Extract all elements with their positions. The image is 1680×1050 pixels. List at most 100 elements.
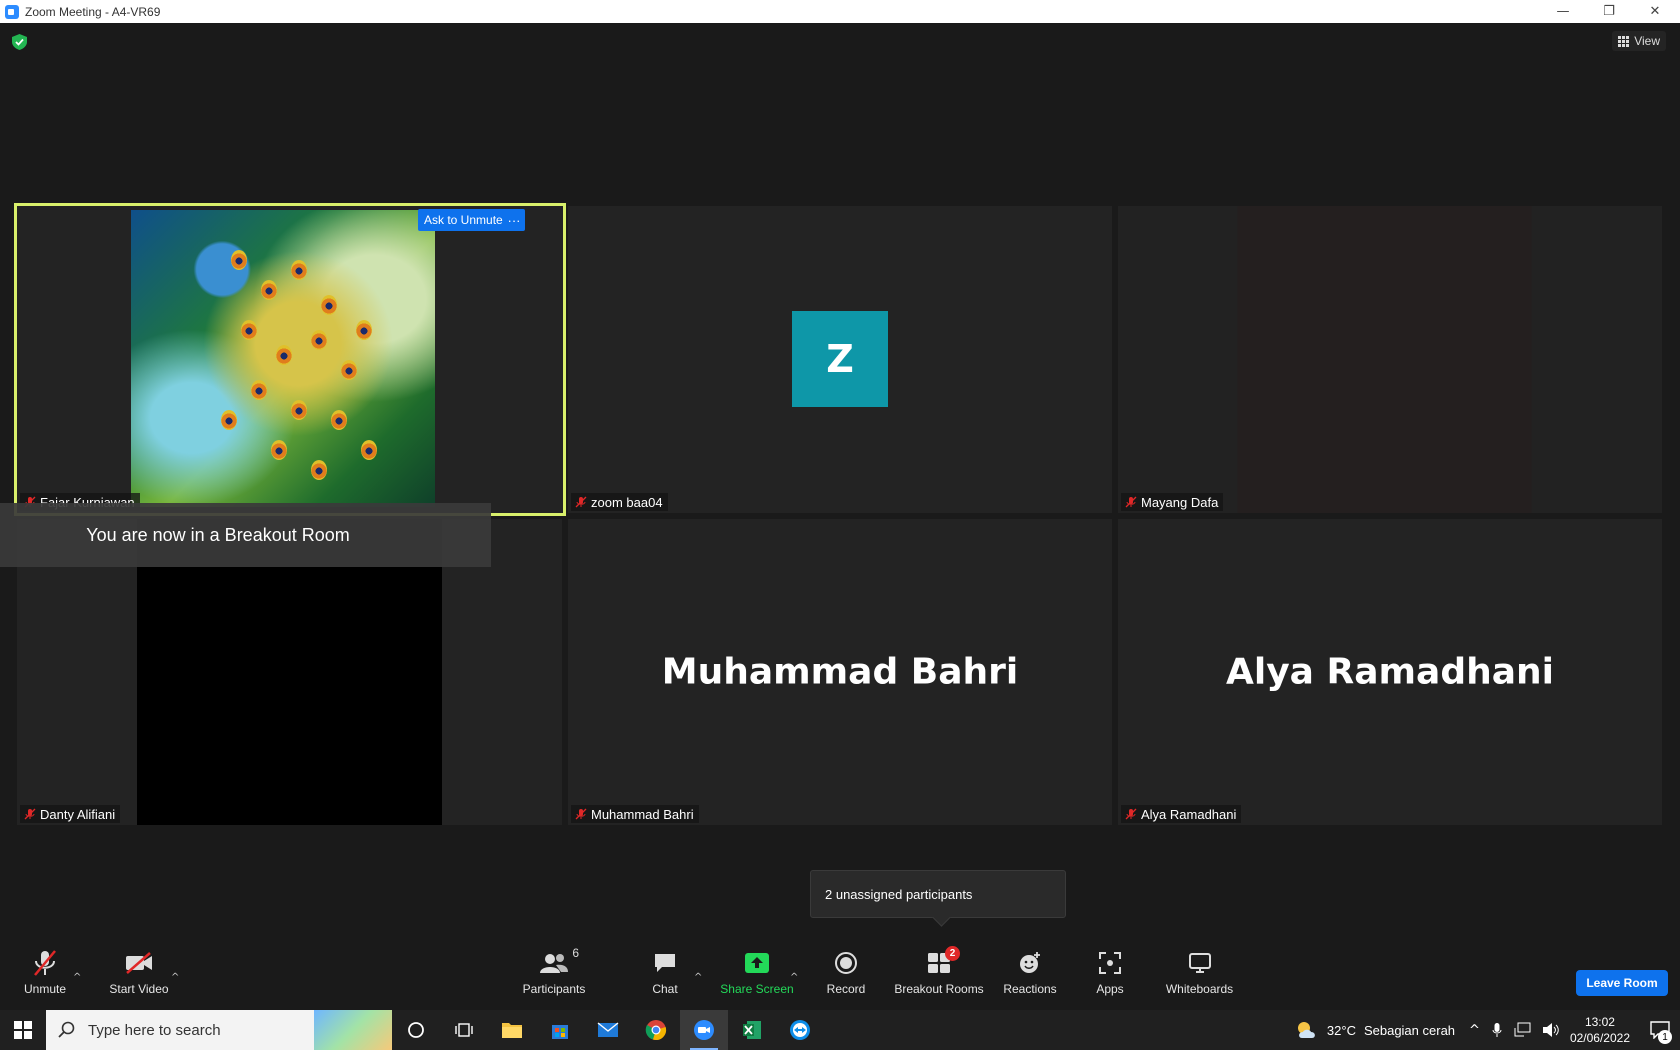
zoom-taskbar-icon[interactable] (680, 1010, 728, 1050)
folder-icon (502, 1023, 522, 1038)
mail-taskbar-icon[interactable] (584, 1010, 632, 1050)
restore-button[interactable]: ❐ (1586, 0, 1632, 23)
unassigned-participants-tooltip: 2 unassigned participants (810, 870, 1066, 918)
show-hidden-icons-button[interactable]: ^ (1469, 1023, 1480, 1038)
share-options-caret[interactable]: ^ (790, 972, 798, 983)
participant-display-name: Alya Ramadhani (1226, 651, 1554, 693)
video-tile-zoom-baa04[interactable]: Z zoom baa04 (568, 206, 1112, 513)
breakout-rooms-label: Breakout Rooms (894, 982, 984, 996)
video-tile-mayang[interactable]: Mayang Dafa (1118, 206, 1662, 513)
apps-label: Apps (1096, 982, 1124, 996)
windows-taskbar: Type here to search 32°C Sebagian cerah … (0, 1010, 1680, 1050)
network-icon[interactable] (1514, 1022, 1532, 1038)
participants-count: 6 (572, 946, 579, 960)
ask-to-unmute-button[interactable]: Ask to Unmute (418, 209, 509, 231)
video-tile-fajar[interactable]: Ask to Unmute ··· Fajar Kurniawan (14, 203, 566, 516)
whiteboards-button[interactable]: Whiteboards (1162, 940, 1237, 996)
whiteboards-label: Whiteboards (1165, 982, 1234, 996)
avatar: Z (792, 311, 888, 407)
mail-icon (597, 1022, 619, 1037)
encryption-shield-icon[interactable] (12, 34, 27, 50)
record-button[interactable]: Record (823, 940, 869, 996)
excel-icon (743, 1021, 761, 1039)
grid-icon (1618, 35, 1630, 47)
participant-display-name: Muhammad Bahri (661, 651, 1019, 693)
excel-taskbar-icon[interactable] (728, 1010, 776, 1050)
volume-icon[interactable] (1542, 1022, 1560, 1038)
video-tile-muhammad[interactable]: Muhammad Bahri Muhammad Bahri (568, 519, 1112, 825)
meeting-area: View Ask to Unmute ··· Fajar Kurniawan Z… (0, 23, 1680, 1010)
task-view-button[interactable] (440, 1010, 488, 1050)
unmute-label: Unmute (23, 982, 67, 996)
breakout-room-notification: You are now in a Breakout Room (0, 503, 491, 567)
participant-name: Mayang Dafa (1141, 494, 1219, 510)
unmute-button[interactable]: Unmute (18, 940, 72, 996)
microsoft-store-taskbar-icon[interactable] (536, 1010, 584, 1050)
clock-time: 13:02 (1584, 1015, 1615, 1029)
leave-room-button[interactable]: Leave Room (1576, 970, 1668, 996)
close-button[interactable]: ✕ (1632, 0, 1678, 23)
reactions-label: Reactions (1003, 982, 1057, 996)
chrome-icon (645, 1020, 667, 1040)
search-icon (58, 1021, 75, 1038)
video-tile-alya[interactable]: Alya Ramadhani Alya Ramadhani (1118, 519, 1662, 825)
record-label: Record (826, 982, 866, 996)
participants-label: Participants (522, 982, 586, 996)
start-video-button[interactable]: Start Video (104, 940, 174, 996)
notification-count-badge: 1 (1658, 1030, 1672, 1044)
clock[interactable]: 13:02 02/06/2022 (1570, 1014, 1630, 1046)
chrome-taskbar-icon[interactable] (632, 1010, 680, 1050)
record-icon (835, 952, 857, 974)
windows-logo-icon (14, 1021, 32, 1039)
start-video-label: Start Video (109, 982, 169, 996)
start-button[interactable] (0, 1010, 46, 1050)
participant-name-label: zoom baa04 (571, 493, 668, 511)
cortana-button[interactable] (392, 1010, 440, 1050)
participant-name: Danty Alifiani (40, 806, 116, 822)
reactions-icon (1020, 952, 1040, 973)
weather-description[interactable]: Sebagian cerah (1364, 1023, 1455, 1038)
view-button[interactable]: View (1612, 31, 1666, 51)
zoom-icon (694, 1020, 714, 1040)
muted-mic-icon (575, 808, 587, 820)
microphone-icon[interactable] (1492, 1022, 1502, 1038)
notification-center-button[interactable]: 1 (1640, 1010, 1680, 1050)
system-tray: 32°C Sebagian cerah ^ 13:02 02/06/2022 1 (1295, 1010, 1680, 1050)
teamviewer-taskbar-icon[interactable] (776, 1010, 824, 1050)
audio-options-caret[interactable]: ^ (73, 972, 81, 983)
participant-name-label: Muhammad Bahri (571, 805, 699, 823)
whiteboard-icon (1188, 953, 1211, 973)
video-off-icon (126, 952, 152, 974)
participants-button[interactable]: 6 Participants (520, 940, 588, 996)
window-title: Zoom Meeting - A4-VR69 (25, 4, 161, 19)
muted-mic-icon (1125, 496, 1137, 508)
breakout-rooms-button[interactable]: 2 Breakout Rooms (893, 940, 985, 996)
share-screen-button[interactable]: Share Screen (720, 940, 794, 996)
apps-button[interactable]: Apps (1090, 940, 1130, 996)
weather-temperature[interactable]: 32°C (1327, 1023, 1356, 1038)
participant-name-label: Danty Alifiani (20, 805, 121, 823)
taskbar-search-box[interactable]: Type here to search (46, 1010, 392, 1050)
participants-icon (540, 954, 568, 973)
search-placeholder: Type here to search (88, 1021, 221, 1039)
minimize-button[interactable]: — (1540, 0, 1586, 23)
participant-name-label: Alya Ramadhani (1121, 805, 1242, 823)
share-screen-icon (745, 953, 769, 973)
task-view-icon (455, 1023, 473, 1037)
chat-options-caret[interactable]: ^ (694, 972, 702, 983)
video-options-caret[interactable]: ^ (171, 972, 179, 983)
file-explorer-taskbar-icon[interactable] (488, 1010, 536, 1050)
tile-more-button[interactable]: ··· (503, 209, 525, 231)
share-screen-label: Share Screen (720, 982, 794, 996)
apps-icon (1099, 952, 1121, 974)
chat-button[interactable]: Chat (645, 940, 685, 996)
zoom-app-icon (5, 4, 19, 19)
teamviewer-icon (790, 1020, 810, 1040)
participant-name: zoom baa04 (591, 494, 663, 510)
reactions-button[interactable]: Reactions (1000, 940, 1060, 996)
meeting-toolbar: Unmute Start Video 6 Participants Chat S… (0, 930, 1680, 1010)
chat-label: Chat (652, 982, 678, 996)
participant-name-label: Mayang Dafa (1121, 493, 1224, 511)
title-bar: Zoom Meeting - A4-VR69 — ❐ ✕ (0, 0, 1680, 23)
weather-partly-sunny-icon[interactable] (1295, 1020, 1319, 1040)
